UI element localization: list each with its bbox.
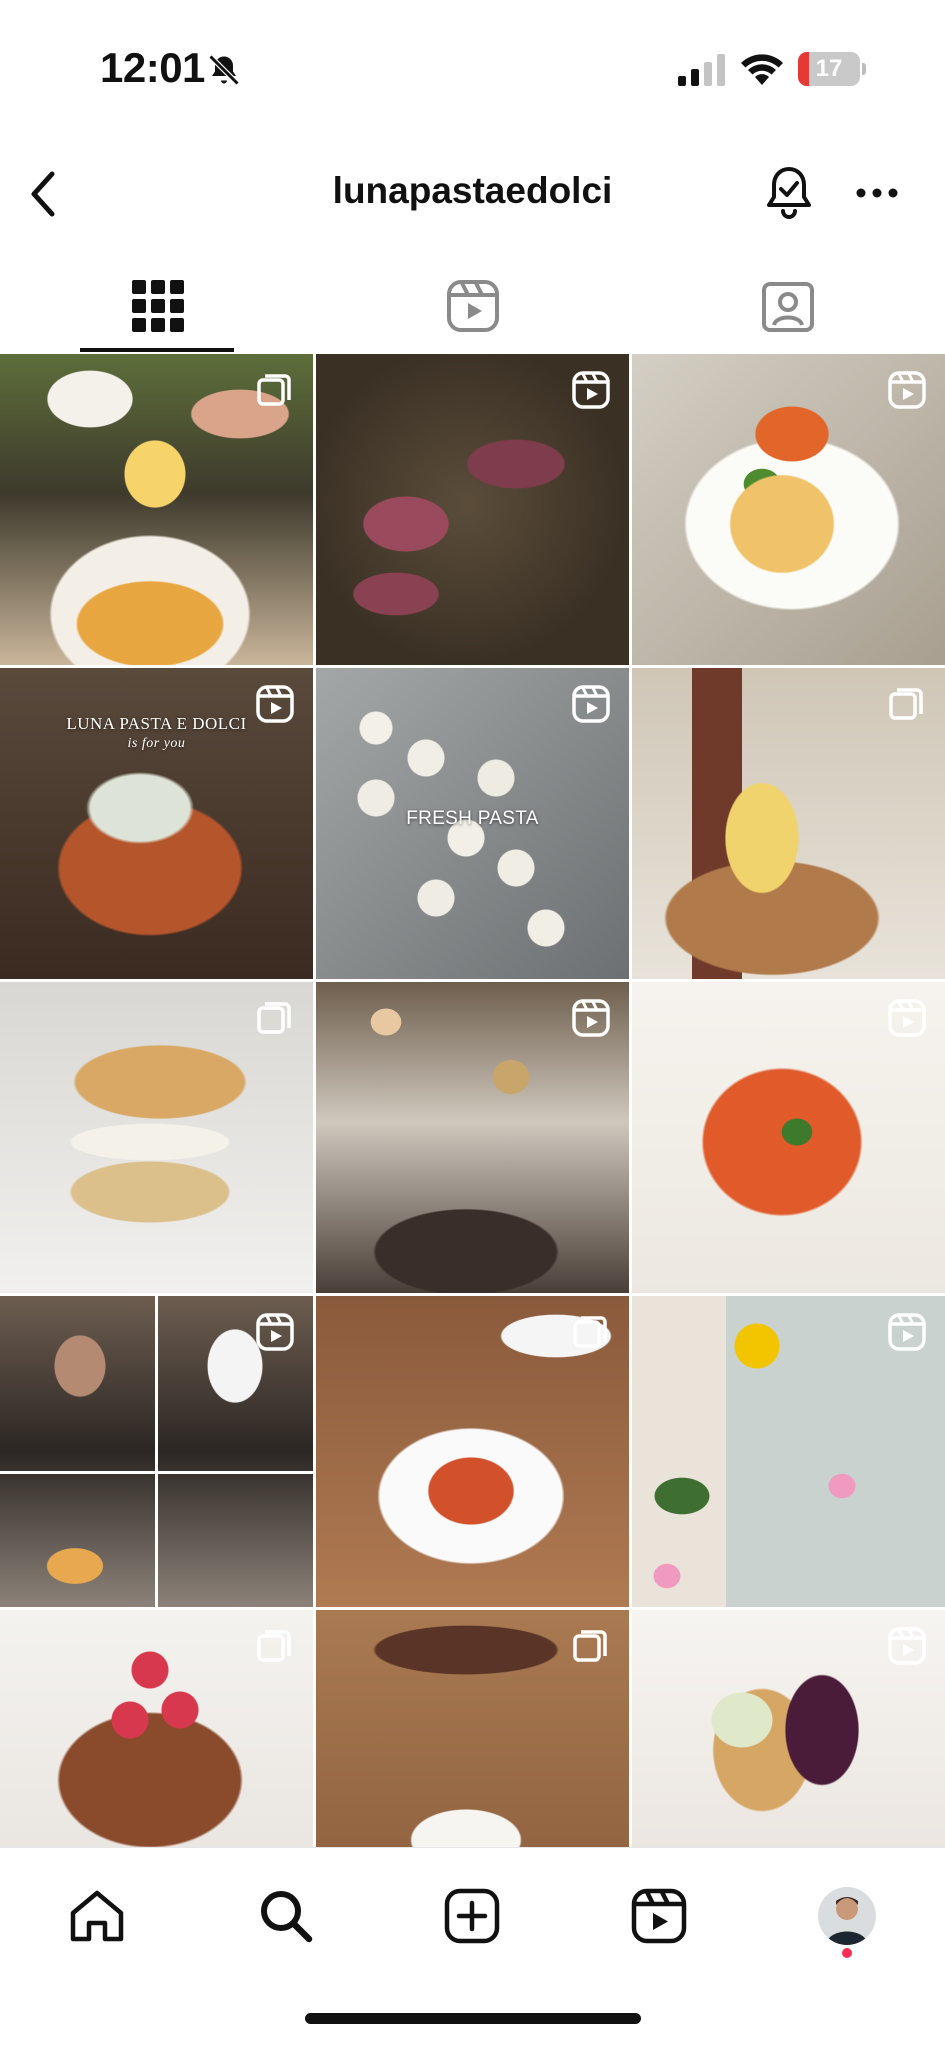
- post-tile[interactable]: [0, 1610, 313, 1847]
- nav-reels[interactable]: [611, 1868, 707, 1964]
- carousel-icon: [257, 1630, 291, 1662]
- home-icon: [70, 1890, 124, 1942]
- post-tile[interactable]: [0, 1296, 313, 1607]
- tab-tagged[interactable]: [630, 258, 945, 354]
- post-tile[interactable]: [316, 1610, 629, 1847]
- reel-icon: [888, 999, 926, 1037]
- tab-reels[interactable]: [315, 258, 630, 354]
- post-tile[interactable]: LUNA PASTA E DOLCI is for you: [0, 668, 313, 979]
- post-caption-title: LUNA PASTA E DOLCI: [66, 714, 247, 733]
- bottom-tab-bar: [0, 1847, 945, 1987]
- reels-icon: [446, 280, 499, 332]
- tagged-user-icon: [761, 282, 814, 332]
- wifi-icon: [741, 54, 783, 85]
- more-options-button[interactable]: [846, 162, 908, 224]
- post-tile[interactable]: FRESH PASTA: [316, 668, 629, 979]
- post-caption: FRESH PASTA: [406, 808, 539, 829]
- carousel-icon: [257, 1002, 291, 1034]
- reels-icon: [631, 1888, 687, 1944]
- notifications-button[interactable]: [758, 162, 820, 224]
- status-time: 12:01: [100, 44, 205, 91]
- battery-percent: 17: [815, 55, 843, 82]
- search-icon: [261, 1891, 313, 1943]
- bell-check-icon: [767, 167, 811, 219]
- reel-icon: [888, 1313, 926, 1351]
- cellular-signal-icon: [678, 54, 725, 86]
- carousel-icon: [257, 374, 291, 406]
- post-tile[interactable]: [316, 1296, 629, 1607]
- status-bar: 12:01 17: [0, 0, 945, 140]
- active-tab-indicator: [80, 348, 234, 352]
- post-tile[interactable]: [632, 1296, 945, 1607]
- post-tile[interactable]: [0, 354, 313, 665]
- battery-icon: 17: [798, 52, 866, 86]
- post-tile[interactable]: [0, 982, 313, 1293]
- carousel-icon: [573, 1630, 607, 1662]
- reel-icon: [888, 1627, 926, 1665]
- profile-username: lunapastaedolci: [332, 170, 613, 211]
- post-tile[interactable]: [632, 668, 945, 979]
- nav-search[interactable]: [238, 1868, 334, 1964]
- post-tile[interactable]: [316, 982, 629, 1293]
- post-caption-subtitle: is for you: [127, 736, 186, 751]
- create-post-icon: [444, 1888, 500, 1944]
- back-button[interactable]: [14, 164, 74, 224]
- profile-header: lunapastaedolci: [0, 150, 945, 240]
- reel-icon: [572, 999, 610, 1037]
- profile-avatar: [818, 1887, 876, 1945]
- more-horizontal-icon: [856, 188, 898, 198]
- post-tile[interactable]: [632, 982, 945, 1293]
- post-grid: LUNA PASTA E DOLCI is for you FRESH PAST…: [0, 354, 945, 1847]
- profile-tabs: [0, 258, 945, 354]
- notification-dot: [842, 1948, 852, 1958]
- reel-icon: [572, 371, 610, 409]
- chevron-left-icon: [31, 171, 55, 217]
- grid-icon: [131, 280, 184, 332]
- home-indicator[interactable]: [305, 2013, 641, 2024]
- tab-posts-grid[interactable]: [0, 258, 315, 354]
- post-tile[interactable]: [632, 354, 945, 665]
- reel-icon: [888, 371, 926, 409]
- bell-slash-icon: [208, 54, 240, 86]
- nav-home[interactable]: [49, 1868, 145, 1964]
- post-tile[interactable]: [632, 1610, 945, 1847]
- nav-create[interactable]: [424, 1868, 520, 1964]
- reel-icon: [256, 685, 294, 723]
- post-tile[interactable]: [316, 354, 629, 665]
- reel-icon: [256, 1313, 294, 1351]
- carousel-icon: [889, 688, 923, 720]
- reel-icon: [572, 685, 610, 723]
- carousel-icon: [573, 1316, 607, 1348]
